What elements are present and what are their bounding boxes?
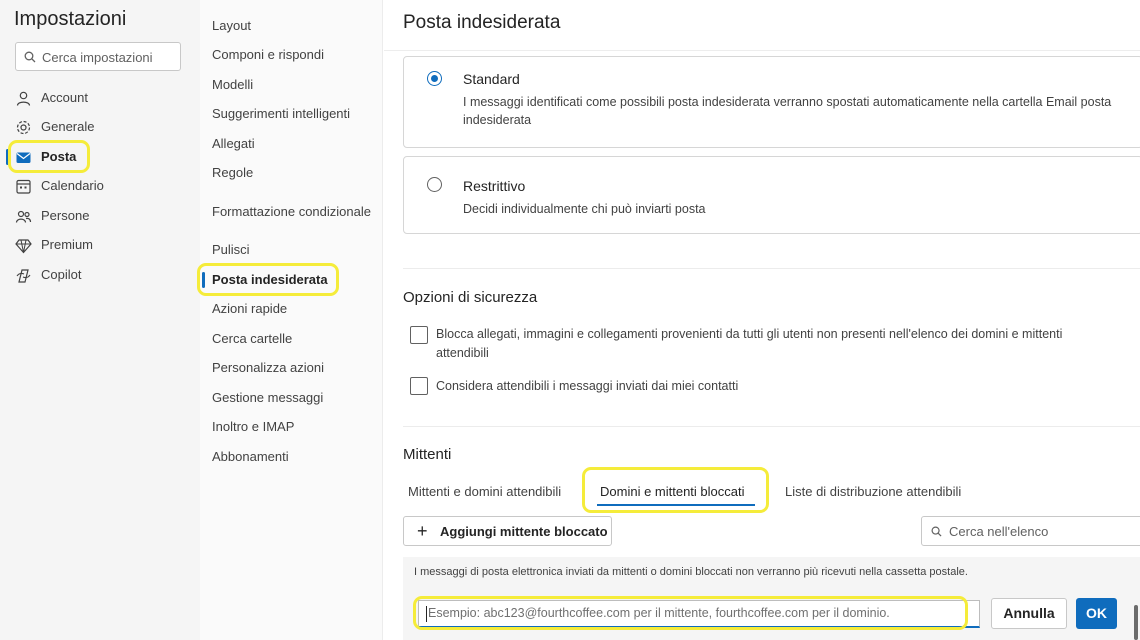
category-label: Premium [41, 237, 94, 252]
gear-icon [16, 120, 31, 135]
app-title: Impostazioni [14, 8, 127, 30]
subnav-search-folders[interactable]: Cerca cartelle [212, 331, 292, 346]
ok-button[interactable]: OK [1076, 598, 1117, 629]
divider [403, 268, 1140, 269]
divider [384, 50, 1140, 51]
divider [403, 426, 1140, 427]
trust-contacts-checkbox[interactable] [410, 377, 428, 395]
option-description: Decidi individualmente chi può inviarti … [463, 202, 706, 216]
settings-search-box[interactable]: Cerca impostazioni [15, 42, 181, 71]
text-caret [426, 606, 427, 622]
category-label: Account [41, 90, 88, 105]
security-section-title: Opzioni di sicurezza [403, 289, 538, 306]
scrollbar-thumb[interactable] [1134, 605, 1138, 640]
subnav-forwarding-imap[interactable]: Inoltro e IMAP [212, 419, 294, 434]
plus-icon: + [417, 521, 428, 541]
trust-contacts-label: Considera attendibili i messaggi inviati… [436, 379, 739, 393]
add-button-label: Aggiungi mittente bloccato [440, 524, 608, 539]
settings-search-placeholder: Cerca impostazioni [42, 50, 153, 65]
subnav-conditional-formatting[interactable]: Formattazione condizionale [212, 204, 371, 219]
subnav-message-handling[interactable]: Gestione messaggi [212, 390, 323, 405]
active-indicator [6, 149, 9, 165]
block-attachments-label: Blocca allegati, immagini e collegamenti… [436, 327, 1063, 360]
option-title: Restrittivo [463, 178, 526, 194]
category-people[interactable]: Persone [0, 202, 200, 230]
junk-email-settings-pane: Posta indesiderata Standard I messaggi i… [384, 0, 1140, 640]
category-label: Posta [41, 149, 77, 164]
subnav-attachments[interactable]: Allegati [212, 136, 255, 151]
blocked-notice: I messaggi di posta elettronica inviati … [414, 566, 968, 578]
subnav-layout[interactable]: Layout [212, 18, 251, 33]
category-general[interactable]: Generale [0, 113, 200, 141]
block-attachments-checkbox[interactable] [410, 326, 428, 344]
category-mail[interactable]: Posta [0, 143, 200, 171]
category-label: Calendario [41, 178, 104, 193]
restrictive-radio[interactable] [427, 177, 442, 192]
subnav-customize-actions[interactable]: Personalizza azioni [212, 360, 324, 375]
subnav-junk-email[interactable]: Posta indesiderata [212, 272, 328, 287]
category-copilot[interactable]: Copilot [0, 261, 200, 289]
filter-option-standard[interactable]: Standard I messaggi identificati come po… [403, 56, 1140, 148]
active-indicator [202, 272, 205, 288]
subnav-sweep[interactable]: Pulisci [212, 242, 250, 257]
subnav-subscriptions[interactable]: Abbonamenti [212, 449, 289, 464]
category-label: Persone [41, 208, 90, 223]
tab-safe-senders[interactable]: Mittenti e domini attendibili [408, 484, 561, 499]
category-premium[interactable]: Premium [0, 231, 200, 259]
subnav-rules[interactable]: Regole [212, 165, 253, 180]
category-label: Copilot [41, 267, 82, 282]
category-account[interactable]: Account [0, 84, 200, 112]
mail-icon [16, 152, 31, 163]
standard-radio[interactable] [427, 71, 442, 86]
people-icon [15, 210, 32, 223]
copilot-icon [16, 269, 31, 283]
option-description: I messaggi identificati come possibili p… [463, 95, 1112, 127]
subnav-quick-actions[interactable]: Azioni rapide [212, 301, 287, 316]
filter-option-restrictive[interactable]: Restrittivo Decidi individualmente chi p… [403, 156, 1140, 234]
person-icon [16, 91, 31, 106]
settings-nav: Impostazioni Cerca impostazioni Account … [0, 0, 200, 640]
senders-section-title: Mittenti [403, 446, 452, 463]
blocked-sender-input[interactable]: Esempio: abc123@fourthcoffee.com per il … [418, 600, 980, 628]
subnav-smart-suggestions[interactable]: Suggerimenti intelligenti [212, 106, 350, 121]
search-icon [931, 526, 942, 537]
search-icon [24, 51, 36, 63]
calendar-icon [16, 179, 31, 194]
add-blocked-sender-button[interactable]: + Aggiungi mittente bloccato [403, 516, 612, 546]
list-search-box[interactable]: Cerca nell'elenco [921, 516, 1140, 546]
active-tab-indicator [597, 504, 755, 506]
blocked-sender-placeholder: Esempio: abc123@fourthcoffee.com per il … [428, 606, 890, 620]
category-calendar[interactable]: Calendario [0, 172, 200, 200]
diamond-icon [15, 239, 32, 254]
subnav-compose-reply[interactable]: Componi e rispondi [212, 47, 324, 62]
mail-subnav: Layout Componi e rispondi Modelli Sugger… [197, 0, 383, 640]
option-title: Standard [463, 71, 520, 87]
page-title: Posta indesiderata [403, 12, 561, 33]
tab-safe-mailing-lists[interactable]: Liste di distribuzione attendibili [785, 484, 961, 499]
subnav-templates[interactable]: Modelli [212, 77, 253, 92]
cancel-button[interactable]: Annulla [991, 598, 1067, 629]
list-search-placeholder: Cerca nell'elenco [949, 524, 1049, 539]
tab-blocked-senders[interactable]: Domini e mittenti bloccati [600, 484, 745, 499]
category-label: Generale [41, 119, 95, 134]
